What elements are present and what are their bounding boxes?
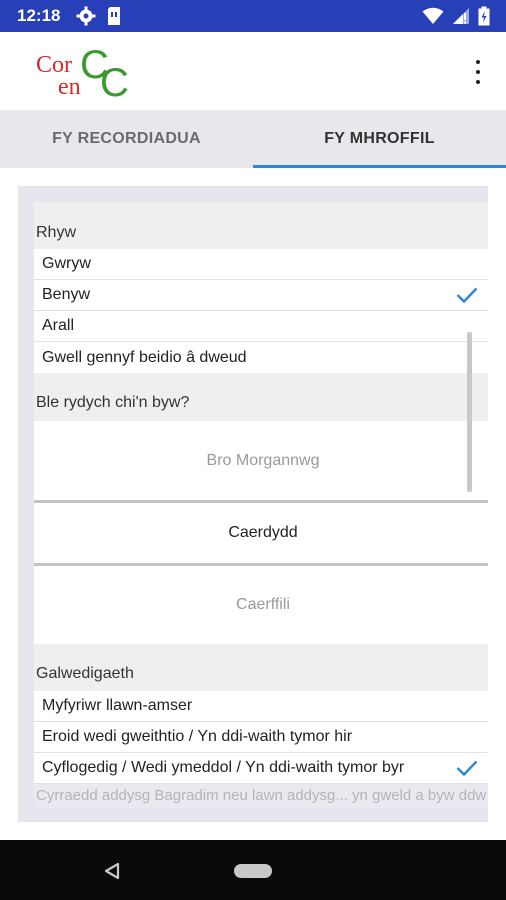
gear-icon [76,6,96,31]
profile-form[interactable]: Rhyw Gwryw Benyw Arall Gwell gennyf beid… [34,202,488,822]
svg-text:C: C [100,61,129,100]
tab-fy-mhroffil[interactable]: FY MHROFFIL [253,110,506,168]
wifi-icon [422,7,444,30]
home-button[interactable] [234,864,272,878]
checkmark-icon [456,759,478,782]
signal-icon [452,7,470,30]
occupation-option-employed[interactable]: Cyflogedig / Wedi ymeddol / Yn ddi-waith… [34,753,488,784]
tab-bar: FY RECORDIADUA FY MHROFFIL [0,110,506,168]
checkmark-icon [456,286,478,309]
battery-icon [478,6,490,31]
option-label: Arall [42,317,75,334]
status-bar: 12:18 [0,0,506,32]
gender-option-gwryw[interactable]: Gwryw [34,249,488,280]
location-heading: Ble rydych chi'n byw? [34,373,488,421]
picker-option-bro-morgannwg[interactable]: Bro Morgannwg [34,421,488,500]
occupation-option-student[interactable]: Myfyriwr llawn-amser [34,691,488,722]
navigation-bar [0,840,506,900]
profile-card: Rhyw Gwryw Benyw Arall Gwell gennyf beid… [18,186,488,822]
option-label: Gwell gennyf beidio â dweud [42,348,247,366]
overflow-menu-button[interactable] [468,60,488,84]
picker-option-caerdydd[interactable]: Caerdydd [34,503,488,563]
coren-cc-logo: Cor en C C [34,42,134,105]
back-icon[interactable] [104,862,120,885]
tab-fy-recordiadua[interactable]: FY RECORDIADUA [0,110,253,168]
app-bar: Cor en C C [0,32,506,110]
option-label: Cyflogedig / Wedi ymeddol / Yn ddi-waith… [42,759,405,776]
occupation-heading: Galwedigaeth [34,644,488,691]
scrollbar[interactable] [467,332,472,492]
gender-option-benyw[interactable]: Benyw [34,280,488,311]
next-question-heading: Cyrraedd addysg Bagradim neu lawn addysg… [34,784,488,808]
svg-text:en: en [58,74,81,100]
option-label: Myfyriwr llawn-amser [42,697,193,714]
option-label: Benyw [42,286,91,303]
status-time: 12:18 [17,6,61,25]
option-label: Gwryw [42,255,91,272]
profile-content: Rhyw Gwryw Benyw Arall Gwell gennyf beid… [0,168,506,840]
option-label: Eroid wedi gweithtio / Yn ddi-waith tymo… [42,728,353,745]
location-picker[interactable]: Bro Morgannwg Caerdydd Caerffili [34,421,488,644]
gender-option-prefer-not[interactable]: Gwell gennyf beidio â dweud [34,342,488,373]
sim-card-icon [106,6,122,31]
picker-option-caerffili[interactable]: Caerffili [34,566,488,644]
gender-option-arall[interactable]: Arall [34,311,488,342]
gender-heading: Rhyw [34,202,488,249]
occupation-option-unemployed-long[interactable]: Eroid wedi gweithtio / Yn ddi-waith tymo… [34,722,488,753]
